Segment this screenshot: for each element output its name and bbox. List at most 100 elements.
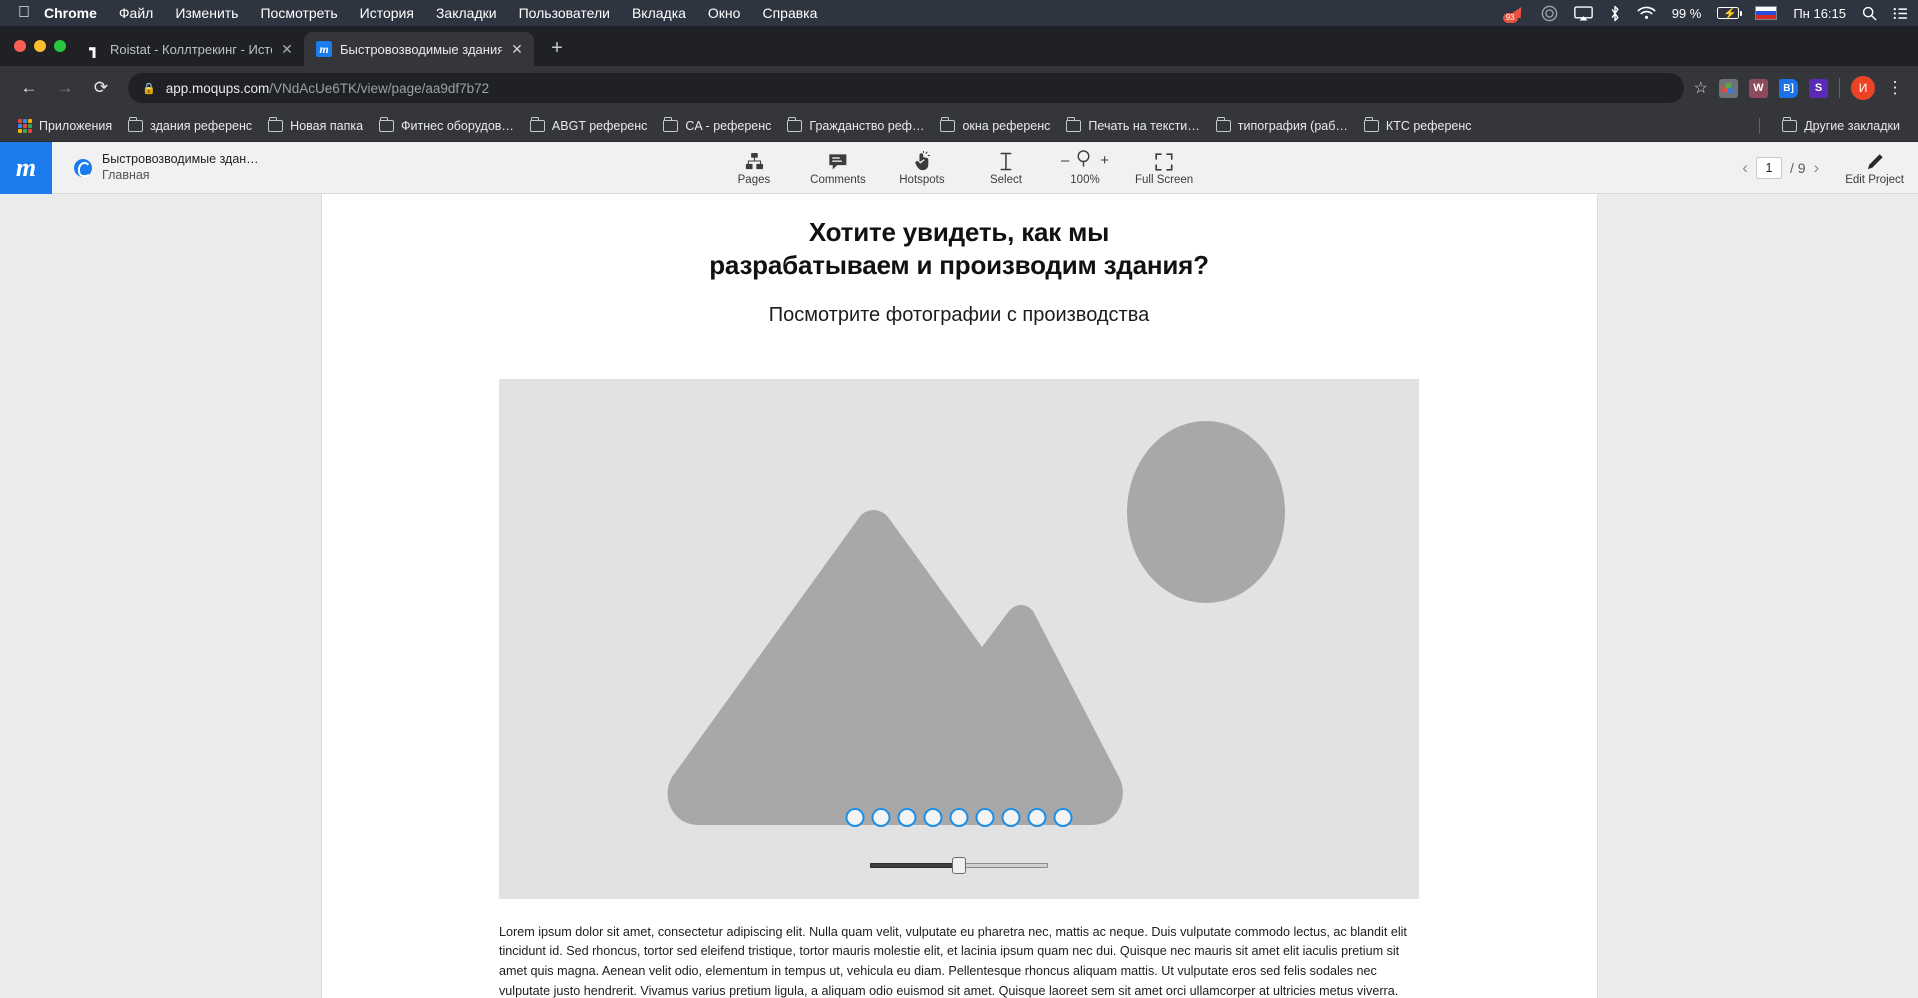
- edit-project-button[interactable]: Edit Project: [1845, 150, 1904, 186]
- media-slider[interactable]: [870, 857, 1048, 875]
- reload-button[interactable]: ⟳: [84, 71, 118, 105]
- comments-button[interactable]: Comments: [809, 150, 867, 186]
- macos-menubar:  Chrome Файл Изменить Посмотреть Истори…: [0, 0, 1918, 26]
- apple-logo-icon[interactable]: : [18, 5, 30, 21]
- url-path: /VNdAcUe6TK/view/page/aa9df7b72: [269, 80, 490, 96]
- menu-file[interactable]: Файл: [119, 5, 153, 21]
- menu-view[interactable]: Посмотреть: [260, 5, 337, 21]
- extension-icon-s[interactable]: S: [1809, 78, 1828, 98]
- bookmark-okna-referens[interactable]: окна референс: [932, 116, 1058, 136]
- carousel-dot[interactable]: [1053, 807, 1073, 827]
- new-tab-button[interactable]: +: [544, 37, 570, 60]
- bookmark-pechat[interactable]: Печать на тексти…: [1058, 116, 1207, 136]
- menu-tab[interactable]: Вкладка: [632, 5, 686, 21]
- next-page-button[interactable]: ›: [1814, 158, 1820, 178]
- back-button[interactable]: ←: [12, 71, 46, 105]
- bookmark-label: здания референс: [150, 118, 253, 133]
- bookmark-star-icon[interactable]: ☆: [1694, 78, 1708, 98]
- chrome-menu-icon[interactable]: ⋮: [1886, 79, 1904, 96]
- carousel-dot[interactable]: [923, 807, 943, 827]
- forward-button[interactable]: →: [48, 71, 82, 105]
- wifi-icon[interactable]: [1637, 6, 1656, 20]
- other-bookmarks-button[interactable]: Другие закладки: [1774, 116, 1908, 136]
- select-icon: [999, 150, 1013, 171]
- creative-cloud-icon[interactable]: [1541, 5, 1558, 22]
- toolbar-label: Comments: [810, 173, 866, 186]
- slider-thumb[interactable]: [952, 857, 966, 875]
- menu-help[interactable]: Справка: [762, 5, 817, 21]
- extension-icon-b[interactable]: B]: [1779, 78, 1798, 98]
- browser-tab-roistat[interactable]: ┓ Roistat - Коллтрекинг - Истор ✕: [74, 32, 304, 66]
- bookmark-tipografiya[interactable]: типография (раб…: [1208, 116, 1356, 136]
- menu-history[interactable]: История: [360, 5, 414, 21]
- bookmark-novaya-papka[interactable]: Новая папка: [260, 116, 371, 136]
- russian-flag-icon[interactable]: [1755, 6, 1778, 20]
- comments-icon: [828, 150, 848, 171]
- bookmark-kts-referens[interactable]: КТС референс: [1356, 116, 1480, 136]
- select-button[interactable]: Select: [977, 150, 1035, 186]
- address-bar[interactable]: 🔒 app.moqups.com/VNdAcUe6TK/view/page/aa…: [128, 73, 1684, 103]
- control-center-icon[interactable]: [1893, 7, 1908, 20]
- airplay-icon[interactable]: [1573, 5, 1593, 21]
- omnibox-actions: ☆ W B] S И ⋮: [1694, 76, 1906, 100]
- window-minimize-button[interactable]: [34, 40, 46, 52]
- carousel-dot[interactable]: [897, 807, 917, 827]
- carousel-dot[interactable]: [949, 807, 969, 827]
- menubar-clock[interactable]: Пн 16:15: [1793, 6, 1846, 21]
- url-domain: app.moqups.com: [165, 80, 270, 96]
- carousel-dot[interactable]: [975, 807, 995, 827]
- prev-page-button[interactable]: ‹: [1742, 158, 1748, 178]
- extension-icon-1[interactable]: [1719, 78, 1738, 98]
- zoom-out-button[interactable]: –: [1061, 153, 1069, 168]
- fullscreen-button[interactable]: Full Screen: [1135, 150, 1193, 186]
- folder-icon: [663, 116, 679, 132]
- bookmark-ca-referens[interactable]: CA - референс: [655, 116, 779, 136]
- battery-percent-label: 99 %: [1671, 5, 1702, 21]
- close-icon[interactable]: ✕: [510, 41, 524, 58]
- profile-avatar[interactable]: И: [1851, 76, 1875, 100]
- bluetooth-icon[interactable]: [1609, 5, 1621, 22]
- edit-project-label: Edit Project: [1845, 173, 1904, 186]
- pages-button[interactable]: Pages: [725, 150, 783, 186]
- bookmark-zdaniya-referens[interactable]: здания референс: [120, 116, 260, 136]
- window-maximize-button[interactable]: [54, 40, 66, 52]
- project-text: Быстровозводимые здан… Главная: [102, 152, 259, 183]
- magnifier-icon[interactable]: [1076, 149, 1093, 172]
- bookmark-apps[interactable]: Приложения: [10, 116, 120, 136]
- menu-profiles[interactable]: Пользователи: [519, 5, 610, 21]
- menu-chrome[interactable]: Chrome: [44, 5, 97, 21]
- carousel-dot[interactable]: [871, 807, 891, 827]
- bookmarks-bar: Приложения здания референс Новая папка Ф…: [0, 110, 1918, 142]
- pages-icon: [744, 150, 763, 171]
- spotlight-search-icon[interactable]: [1862, 6, 1877, 21]
- folder-icon: [1782, 116, 1798, 132]
- page-number-input[interactable]: 1: [1755, 156, 1782, 179]
- menu-bookmarks[interactable]: Закладки: [436, 5, 497, 21]
- bookmark-label: Гражданство реф…: [809, 118, 925, 133]
- menubar-status-area: 93 99 % ⚡ Пн 16:15: [1502, 0, 1908, 26]
- bookmark-fitnes[interactable]: Фитнес оборудов…: [371, 116, 522, 136]
- hotspots-button[interactable]: Hotspots: [893, 150, 951, 186]
- folder-icon: [268, 116, 284, 132]
- tab-title: Быстровозводимые здания (: [340, 41, 502, 57]
- zoom-in-button[interactable]: +: [1100, 153, 1109, 168]
- bookmark-label: окна референс: [962, 118, 1051, 133]
- carousel-dot[interactable]: [1027, 807, 1047, 827]
- battery-icon[interactable]: ⚡: [1717, 7, 1743, 20]
- extension-icon-w[interactable]: W: [1749, 78, 1768, 98]
- bookmark-grazhdanstvo[interactable]: Гражданство реф…: [779, 116, 932, 136]
- image-placeholder[interactable]: [499, 378, 1419, 899]
- menu-window[interactable]: Окно: [708, 5, 741, 21]
- close-icon[interactable]: ✕: [280, 41, 294, 58]
- carousel-dot[interactable]: [1001, 807, 1021, 827]
- toolbar-divider: [1839, 78, 1840, 98]
- notification-icon[interactable]: 93: [1502, 5, 1525, 23]
- carousel-dot[interactable]: [845, 807, 865, 827]
- moqups-logo[interactable]: m: [0, 141, 52, 194]
- page-subheadline: Посмотрите фотографии с производства: [768, 303, 1150, 326]
- browser-tab-moqups[interactable]: m Быстровозводимые здания ( ✕: [304, 32, 534, 66]
- body-paragraph: Lorem ipsum dolor sit amet, consectetur …: [499, 924, 1407, 998]
- menu-edit[interactable]: Изменить: [175, 5, 238, 21]
- bookmark-abgt[interactable]: ABGT референс: [522, 116, 655, 136]
- window-close-button[interactable]: [14, 40, 26, 52]
